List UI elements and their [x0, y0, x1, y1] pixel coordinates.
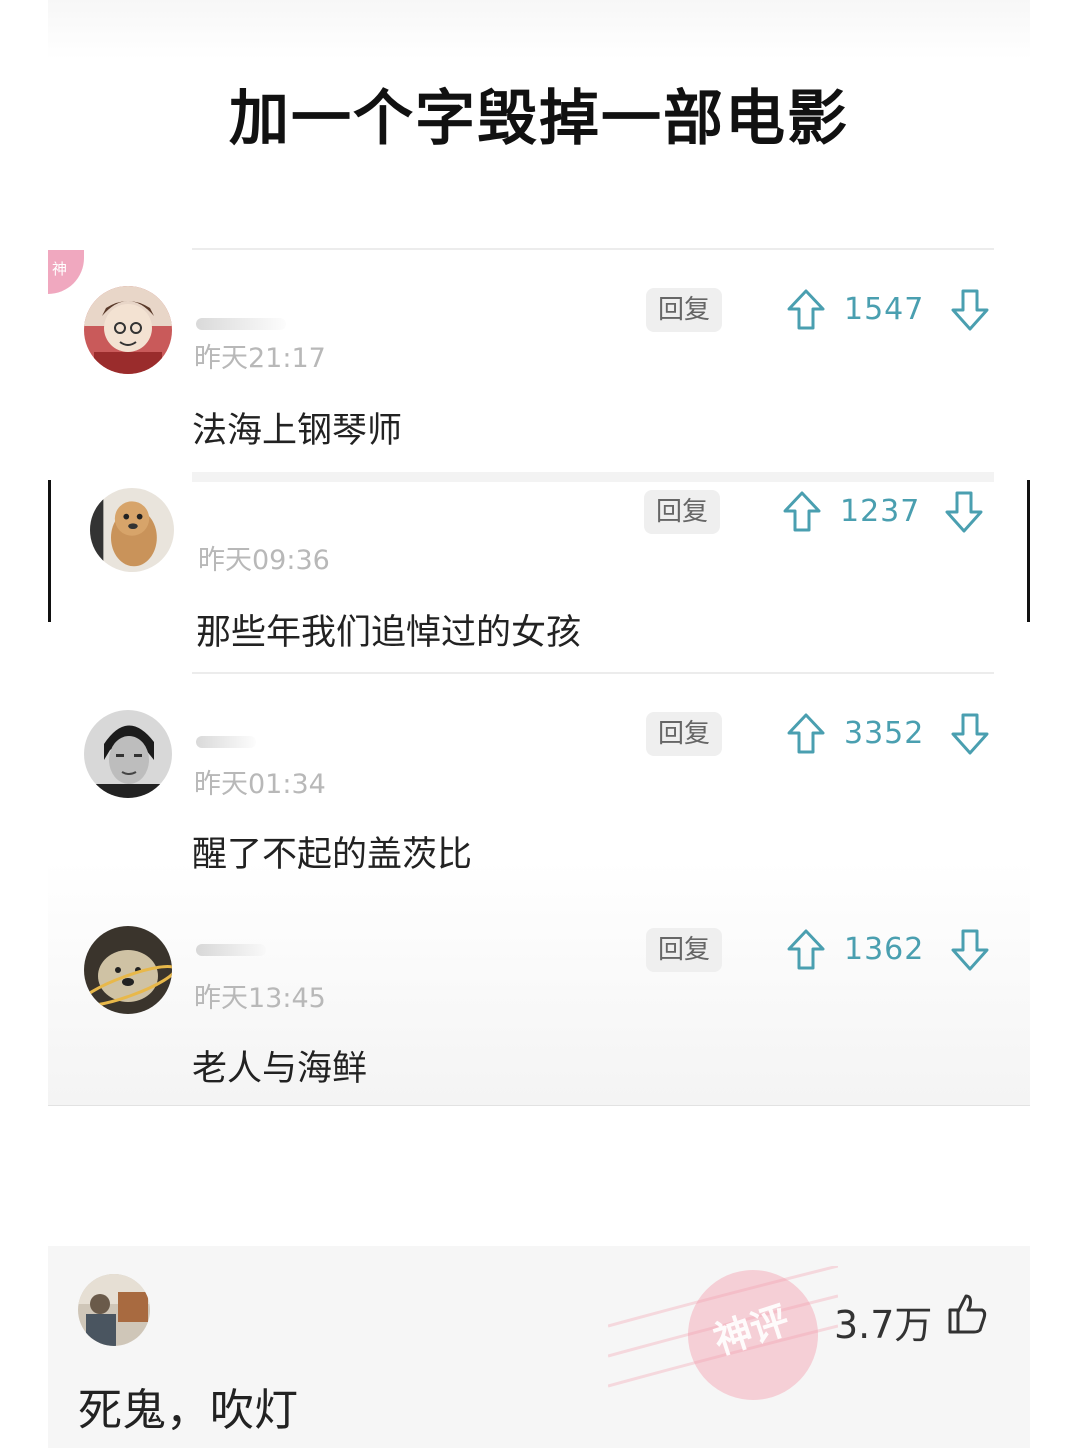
comment-item: 昨天01:34 回复 3352 醒了不起的盖茨比 — [48, 706, 1030, 906]
avatar[interactable] — [84, 286, 172, 374]
username-blurred — [196, 736, 256, 748]
avatar[interactable] — [78, 1274, 150, 1346]
thumb-up-icon[interactable] — [944, 1290, 990, 1336]
username-blurred — [196, 944, 266, 956]
arrow-down-icon[interactable] — [950, 712, 990, 756]
reply-button[interactable]: 回复 — [646, 712, 722, 756]
arrow-up-icon[interactable] — [786, 928, 826, 972]
comment-time: 昨天21:17 — [194, 343, 326, 374]
arrow-down-icon[interactable] — [950, 928, 990, 972]
like-count: 1362 — [844, 932, 925, 967]
comment-text: 死鬼，吹灯 — [78, 1385, 298, 1436]
comment-time: 昨天09:36 — [198, 545, 330, 576]
reply-button[interactable]: 回复 — [646, 288, 722, 332]
comment-text: 法海上钢琴师 — [192, 411, 403, 451]
avatar[interactable] — [90, 488, 174, 572]
divider — [192, 248, 994, 250]
reply-button[interactable]: 回复 — [646, 928, 722, 972]
comment-time: 昨天13:45 — [194, 983, 326, 1014]
screenshot-card: 加一个字毁掉一部电影 神 昨天21:17 回复 1547 法海上钢琴师 昨天09… — [48, 0, 1030, 1106]
arrow-down-icon[interactable] — [944, 490, 984, 534]
top-comment: 神评 3.7万 死鬼，吹灯 — [48, 1246, 1030, 1448]
comment-text: 老人与海鲜 — [192, 1049, 368, 1089]
arrow-up-icon[interactable] — [786, 712, 826, 756]
post-title: 加一个字毁掉一部电影 — [229, 84, 849, 154]
arrow-up-icon[interactable] — [782, 490, 822, 534]
avatar[interactable] — [84, 926, 172, 1014]
like-count: 1547 — [844, 292, 925, 327]
comment-time: 昨天01:34 — [194, 769, 326, 800]
avatar[interactable] — [84, 710, 172, 798]
comment-text: 醒了不起的盖茨比 — [192, 835, 473, 875]
arrow-down-icon[interactable] — [950, 288, 990, 332]
username-blurred — [196, 318, 286, 330]
arrow-up-icon[interactable] — [786, 288, 826, 332]
comment-item: 昨天13:45 回复 1362 老人与海鲜 — [48, 922, 1030, 1105]
comment-text: 那些年我们追悼过的女孩 — [196, 613, 582, 653]
like-count: 3352 — [844, 716, 925, 751]
reply-button[interactable]: 回复 — [644, 490, 720, 534]
comment-item: 昨天09:36 回复 1237 那些年我们追悼过的女孩 — [48, 486, 1030, 686]
comment-item: 昨天21:17 回复 1547 法海上钢琴师 — [48, 282, 1030, 482]
like-count: 1237 — [840, 494, 921, 529]
like-count: 3.7万 — [834, 1303, 933, 1347]
